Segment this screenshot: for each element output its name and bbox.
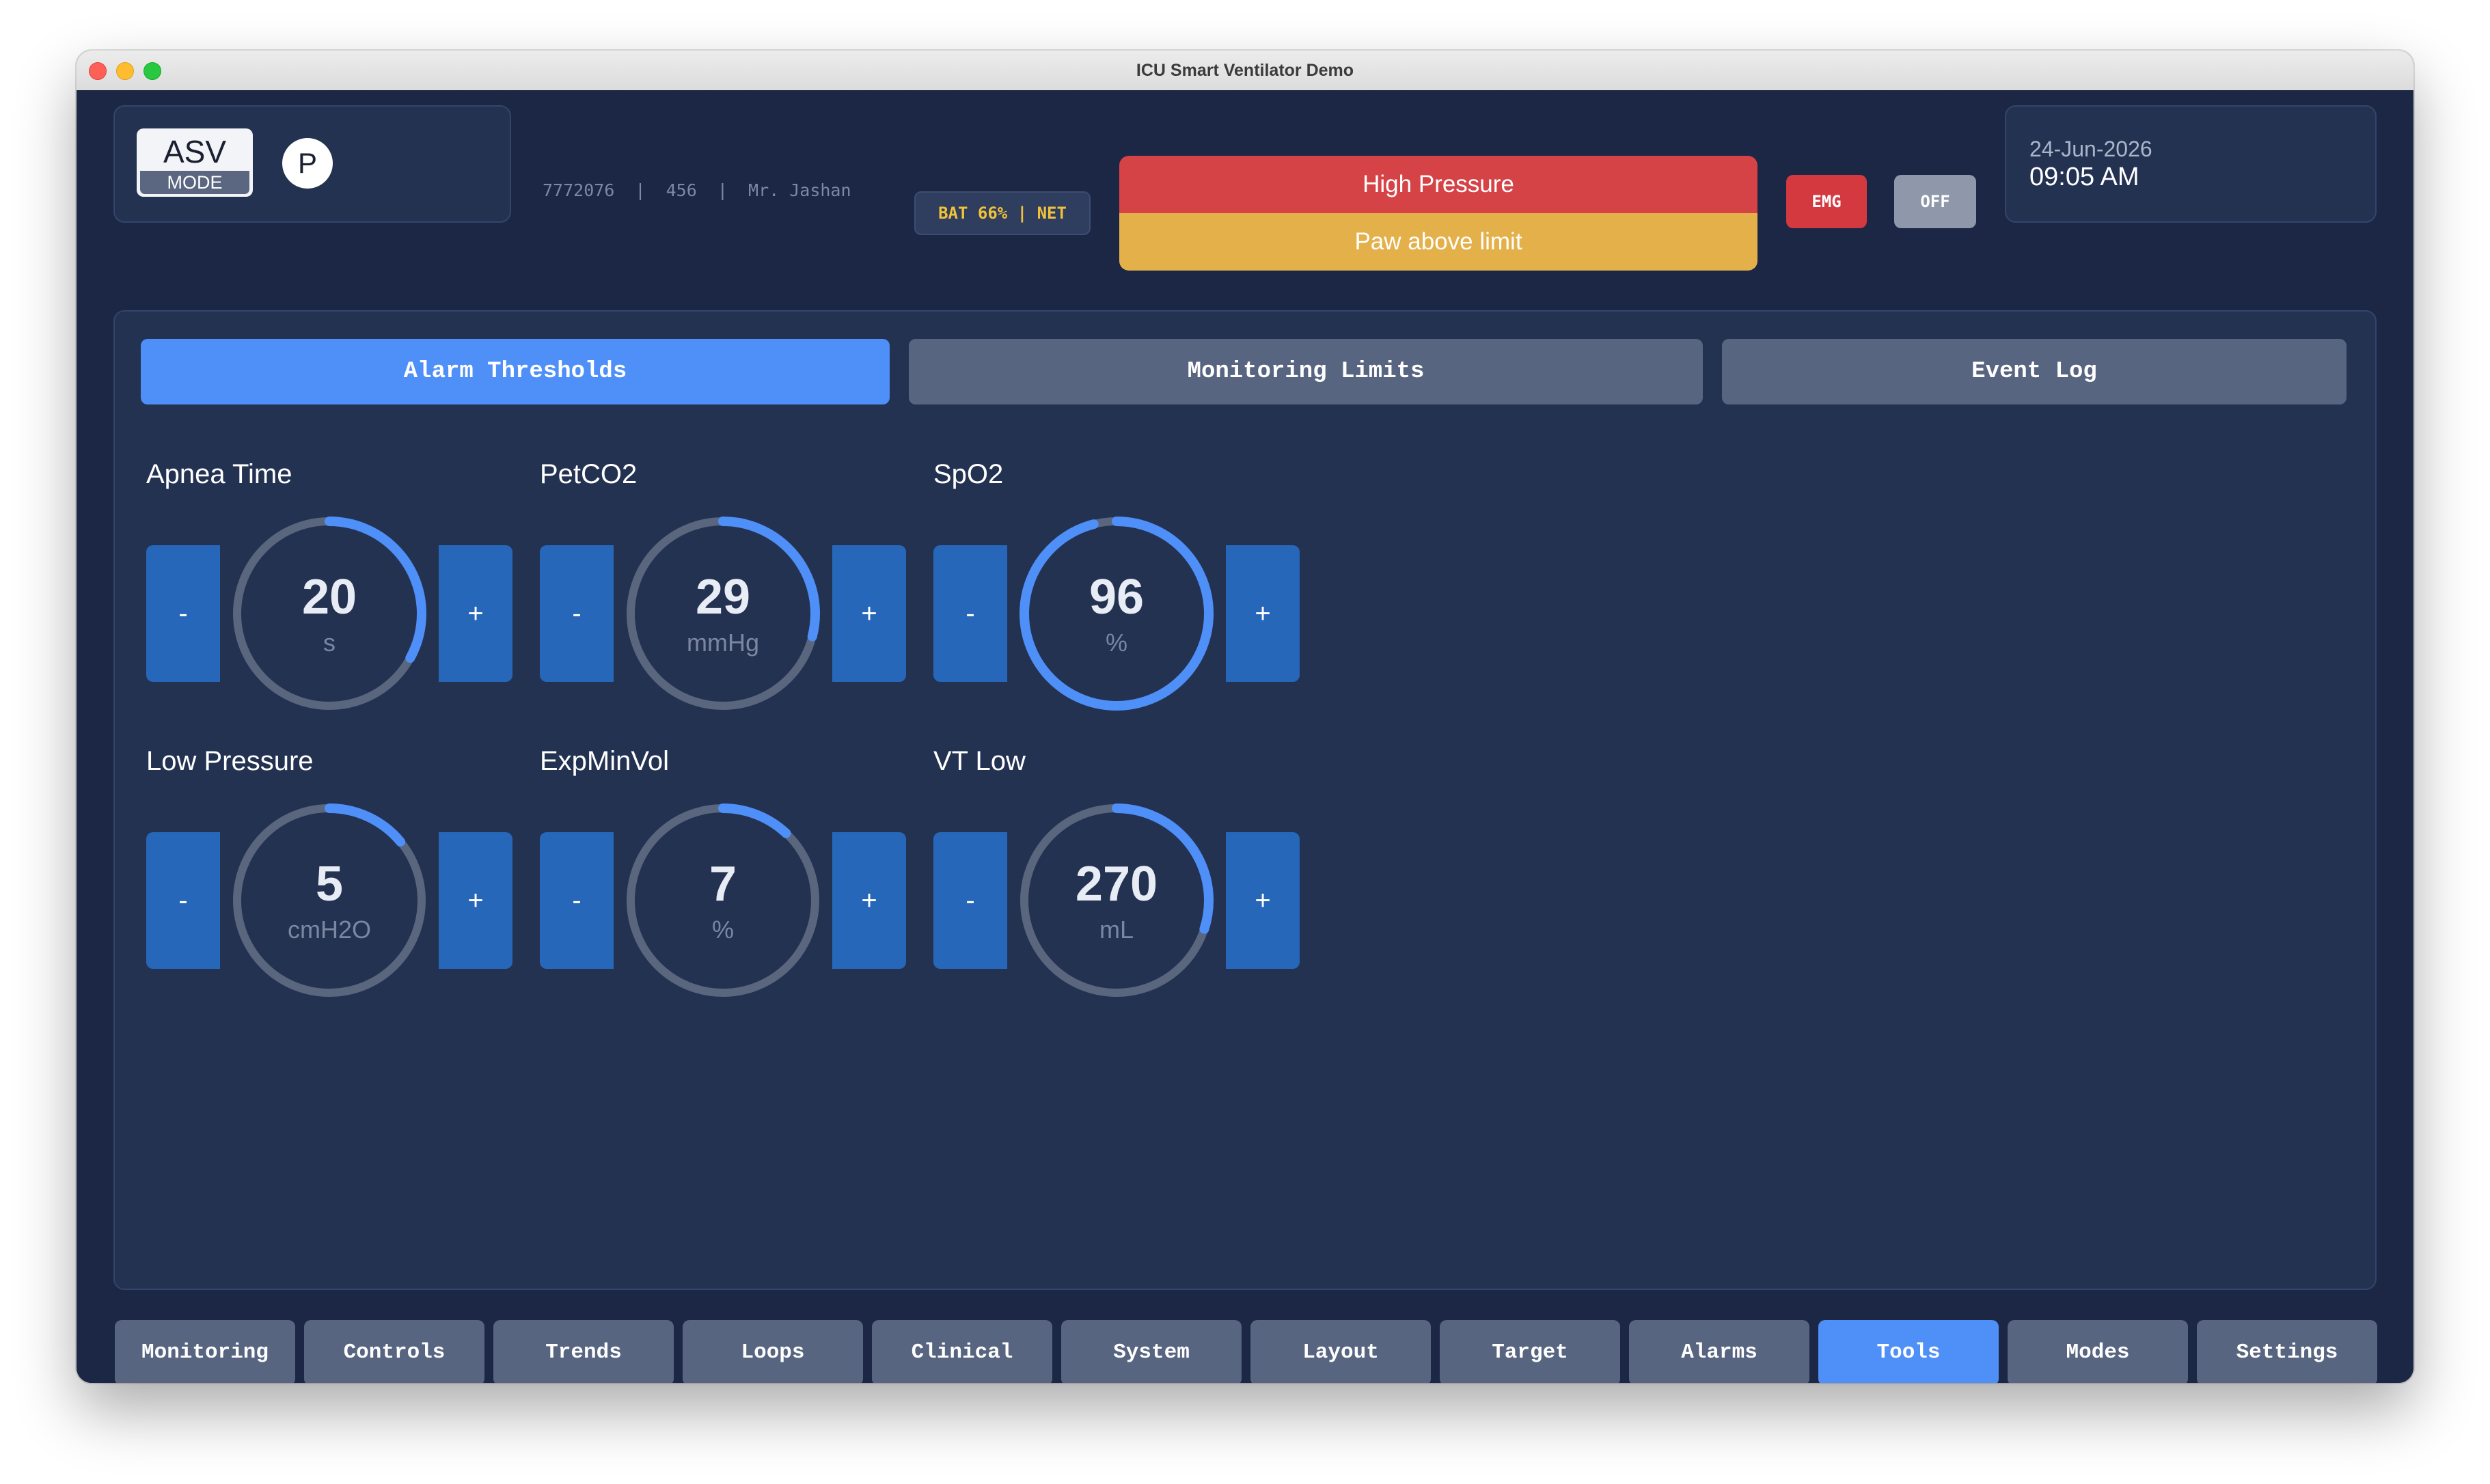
dial-gauge: 29 mmHg xyxy=(620,511,825,716)
dial-unit: mL xyxy=(1099,916,1134,944)
apnea-time-decrement-button[interactable]: - xyxy=(146,545,220,682)
alarm-secondary-message: Paw above limit xyxy=(1119,213,1757,271)
nav-trends[interactable]: Trends xyxy=(493,1320,674,1383)
dial-value: 5 xyxy=(316,857,343,911)
expminvol-increment-button[interactable]: + xyxy=(832,832,906,969)
nav-alarms[interactable]: Alarms xyxy=(1629,1320,1809,1383)
dial-label: PetCO2 xyxy=(540,459,638,489)
dial-apnea-time: Apnea Time - +20 s xyxy=(146,459,512,716)
spo2-decrement-button[interactable]: - xyxy=(933,545,1007,682)
emergency-button[interactable]: EMG xyxy=(1786,175,1867,228)
nav-monitoring[interactable]: Monitoring xyxy=(115,1320,295,1383)
nav-controls[interactable]: Controls xyxy=(304,1320,484,1383)
tab-alarm-thresholds[interactable]: Alarm Thresholds xyxy=(141,339,890,404)
alarm-banner[interactable]: High Pressure Paw above limit xyxy=(1119,156,1757,271)
dial-gauge: 270 mL xyxy=(1014,798,1219,1003)
battery-network-status: BAT 66% | NET xyxy=(914,191,1091,235)
time-display: 09:05 AM xyxy=(2029,163,2139,191)
nav-target[interactable]: Target xyxy=(1440,1320,1620,1383)
tab-event-log[interactable]: Event Log xyxy=(1722,339,2347,404)
dial-gauge: 5 cmH2O xyxy=(227,798,432,1003)
app-content: ASV MODE P 7772076 | 456 | Mr. Jashan BA… xyxy=(77,90,2413,1383)
nav-settings[interactable]: Settings xyxy=(2197,1320,2377,1383)
patient-info: 7772076 | 456 | Mr. Jashan xyxy=(543,180,851,200)
dial-gauge: 20 s xyxy=(227,511,432,716)
dial-unit: s xyxy=(323,629,336,657)
dial-value: 7 xyxy=(709,857,737,911)
dial-unit: mmHg xyxy=(687,629,759,657)
dial-unit: % xyxy=(1106,629,1127,657)
dial-gauge: 96% xyxy=(1014,511,1219,716)
profile-avatar[interactable]: P xyxy=(282,138,333,189)
low-pressure-decrement-button[interactable]: - xyxy=(146,832,220,969)
window-title: ICU Smart Ventilator Demo xyxy=(1136,61,1354,80)
mode-label: MODE xyxy=(140,171,249,194)
dial-value: 20 xyxy=(302,570,357,624)
spo2-increment-button[interactable]: + xyxy=(1226,545,1300,682)
dial-label: VT Low xyxy=(933,746,1026,776)
dial-petco2: PetCO2 - +29 mmHg xyxy=(540,459,906,716)
nav-loops[interactable]: Loops xyxy=(683,1320,863,1383)
dial-label: Apnea Time xyxy=(146,459,292,489)
nav-layout[interactable]: Layout xyxy=(1250,1320,1431,1383)
mode-value: ASV xyxy=(163,134,227,169)
alarm-primary-message: High Pressure xyxy=(1119,156,1757,213)
mode-badge[interactable]: ASV MODE xyxy=(137,128,253,197)
dial-spo2: SpO2 - +96% xyxy=(933,459,1300,716)
off-button[interactable]: OFF xyxy=(1894,175,1976,228)
petco2-decrement-button[interactable]: - xyxy=(540,545,614,682)
petco2-increment-button[interactable]: + xyxy=(832,545,906,682)
dial-label: Low Pressure xyxy=(146,746,314,776)
title-bar: ICU Smart Ventilator Demo xyxy=(77,51,2413,92)
vt-low-increment-button[interactable]: + xyxy=(1226,832,1300,969)
low-pressure-increment-button[interactable]: + xyxy=(439,832,512,969)
date-display: 24-Jun-2026 xyxy=(2029,137,2152,161)
apnea-time-increment-button[interactable]: + xyxy=(439,545,512,682)
dial-label: SpO2 xyxy=(933,459,1004,489)
vt-low-decrement-button[interactable]: - xyxy=(933,832,1007,969)
dial-expminvol: ExpMinVol - +7% xyxy=(540,746,906,1003)
expminvol-decrement-button[interactable]: - xyxy=(540,832,614,969)
datetime-panel: 24-Jun-2026 09:05 AM xyxy=(2005,105,2377,223)
dial-gauge: 7% xyxy=(620,798,825,1003)
nav-system[interactable]: System xyxy=(1061,1320,1242,1383)
dial-low-pressure: Low Pressure - +5 cmH2O xyxy=(146,746,512,1003)
dial-vt-low: VT Low - +270 mL xyxy=(933,746,1300,1003)
nav-clinical[interactable]: Clinical xyxy=(872,1320,1052,1383)
dial-value: 270 xyxy=(1076,857,1158,911)
tab-monitoring-limits[interactable]: Monitoring Limits xyxy=(909,339,1703,404)
dial-unit: cmH2O xyxy=(288,916,371,944)
mode-panel: ASV MODE P xyxy=(113,105,511,223)
dial-value: 96 xyxy=(1089,570,1144,624)
nav-modes[interactable]: Modes xyxy=(2008,1320,2188,1383)
nav-tools[interactable]: Tools xyxy=(1818,1320,1999,1383)
app-window: ICU Smart Ventilator Demo ASV MODE P 777… xyxy=(77,51,2413,1383)
dial-label: ExpMinVol xyxy=(540,746,669,776)
dial-unit: % xyxy=(712,916,734,944)
dial-value: 29 xyxy=(696,570,750,624)
